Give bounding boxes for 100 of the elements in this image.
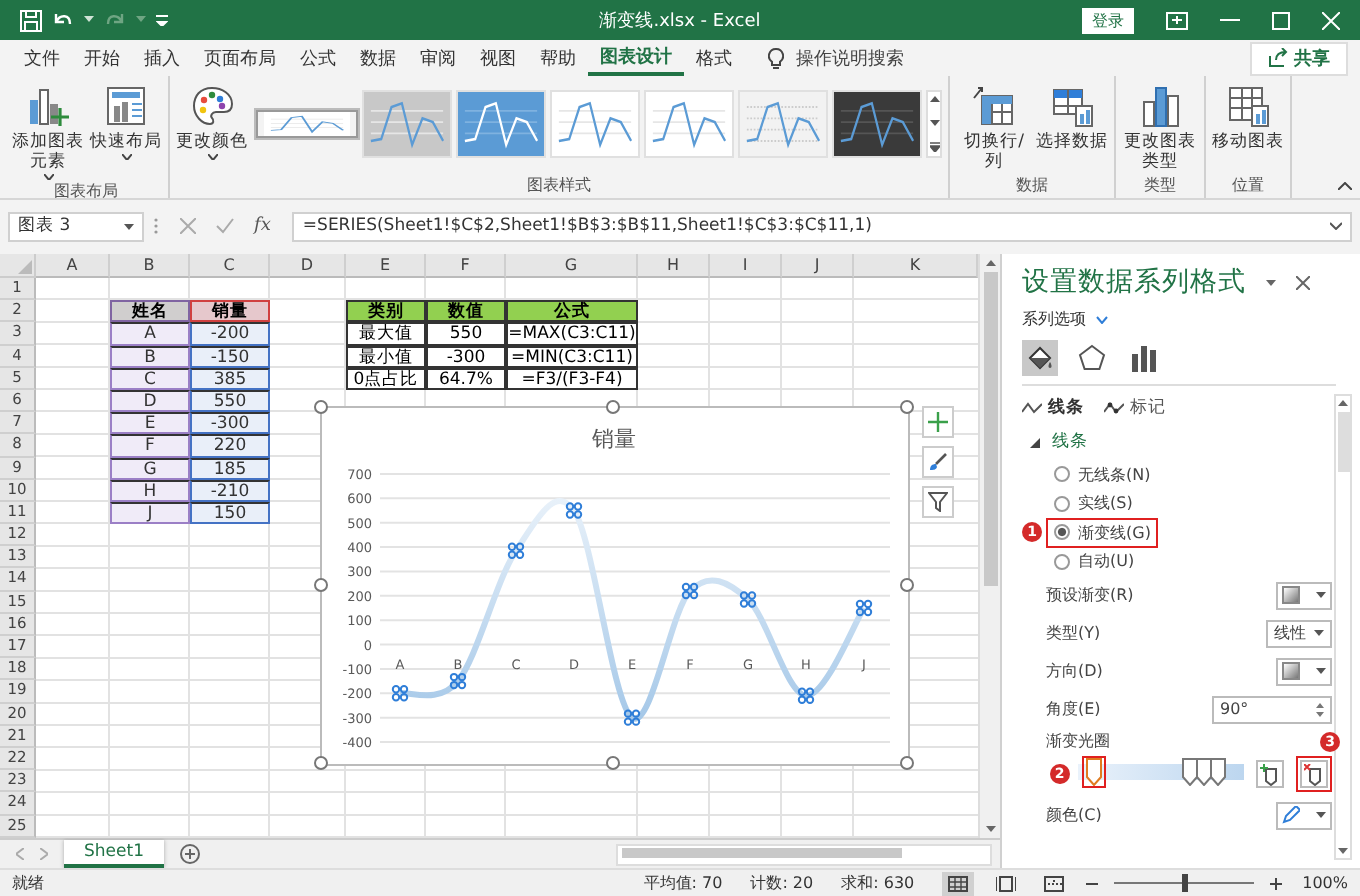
ribbon-tab[interactable]: 视图 (468, 40, 528, 76)
table-cell[interactable]: 385 (190, 367, 270, 390)
horizontal-scrollbar[interactable] (615, 843, 992, 865)
table-cell[interactable]: -210 (190, 479, 270, 502)
sheet-tab[interactable]: Sheet1 (64, 840, 164, 868)
scrollbar-thumb[interactable] (1337, 412, 1349, 472)
ribbon-button[interactable]: 选择数据 (1036, 80, 1108, 152)
ribbon-button[interactable]: 切换行/列 (956, 80, 1032, 172)
scrollbar-thumb[interactable] (983, 272, 997, 586)
pane-category-tab[interactable] (1022, 340, 1058, 376)
data-point-marker[interactable] (855, 599, 873, 617)
scrollbar-thumb[interactable] (621, 847, 902, 857)
ribbon-button[interactable]: 快速布局 (90, 80, 162, 160)
gallery-scroll[interactable] (926, 90, 942, 158)
table-cell[interactable]: E (110, 412, 190, 435)
gradient-dropdown[interactable] (1276, 657, 1332, 685)
view-button[interactable] (942, 871, 975, 895)
chart-elements-button[interactable] (922, 406, 954, 438)
table-cell[interactable]: 550 (426, 322, 506, 346)
save-icon[interactable] (20, 9, 42, 31)
lightbulb-icon[interactable] (768, 47, 784, 69)
table-cell[interactable]: 姓名 (110, 300, 190, 323)
drag-handle-icon[interactable] (154, 218, 158, 234)
close-icon[interactable] (1296, 275, 1310, 289)
ribbon-display-icon[interactable] (1166, 11, 1188, 29)
scroll-down-icon[interactable] (1338, 848, 1348, 854)
table-cell[interactable]: 550 (190, 389, 270, 413)
minimize-icon[interactable] (1220, 18, 1240, 22)
column-header[interactable]: D (270, 254, 346, 278)
ribbon-tab[interactable]: 文件 (12, 40, 72, 76)
column-header[interactable]: F (426, 254, 506, 278)
table-cell[interactable]: 0点占比 (346, 367, 426, 390)
table-cell[interactable]: -300 (190, 412, 270, 435)
resize-handle[interactable] (899, 577, 913, 591)
series-options-dropdown[interactable]: 系列选项 (1022, 308, 1086, 330)
pane-tab[interactable]: 标记 (1104, 396, 1166, 420)
scroll-down-icon[interactable] (929, 119, 939, 125)
ribbon-tab[interactable]: 审阅 (408, 40, 468, 76)
customize-icon[interactable] (156, 14, 168, 26)
column-header[interactable]: H (638, 254, 710, 278)
gallery-more-icon[interactable] (929, 142, 939, 152)
ribbon-tab[interactable]: 开始 (72, 40, 132, 76)
add-stop-button[interactable] (1256, 760, 1284, 788)
insert-function-button[interactable]: fx (254, 216, 271, 236)
table-cell[interactable]: 销量 (190, 300, 270, 323)
radio-label[interactable]: 无线条(N) (1078, 463, 1151, 486)
radio-button[interactable] (1054, 524, 1070, 541)
table-cell[interactable]: J (110, 501, 190, 525)
table-cell[interactable]: -300 (426, 345, 506, 368)
collapse-ribbon-icon[interactable] (1338, 182, 1352, 190)
share-button[interactable]: 共享 (1250, 41, 1348, 75)
table-cell[interactable]: C (110, 367, 190, 390)
column-header[interactable]: B (110, 254, 190, 278)
resize-handle[interactable] (899, 755, 913, 769)
column-header[interactable]: E (346, 254, 426, 278)
expand-triangle-icon[interactable] (1030, 437, 1040, 447)
scroll-up-icon[interactable] (1338, 400, 1348, 406)
data-point-marker[interactable] (797, 687, 815, 704)
table-cell[interactable]: B (110, 345, 190, 368)
type-dropdown[interactable]: 线性 (1266, 619, 1332, 647)
resize-handle[interactable] (313, 755, 327, 769)
pane-category-tab[interactable] (1074, 340, 1110, 376)
data-point-marker[interactable] (449, 672, 467, 690)
radio-button[interactable] (1054, 495, 1070, 512)
resize-handle[interactable] (606, 755, 620, 769)
ribbon-tab[interactable]: 帮助 (528, 40, 588, 76)
maximize-icon[interactable] (1272, 11, 1290, 29)
scroll-up-icon[interactable] (985, 260, 995, 266)
chart-styles-button[interactable] (922, 446, 954, 478)
pane-category-tab[interactable] (1126, 340, 1162, 376)
resize-handle[interactable] (899, 399, 913, 413)
table-cell[interactable]: 220 (190, 434, 270, 457)
data-point-marker[interactable] (739, 591, 757, 608)
table-cell[interactable]: D (110, 389, 190, 413)
caret-icon[interactable] (1266, 279, 1276, 285)
angle-input[interactable]: 90° (1212, 695, 1332, 723)
column-header[interactable]: C (190, 254, 270, 278)
ribbon-button[interactable]: 更改图表类型 (1122, 80, 1198, 172)
data-point-marker[interactable] (623, 709, 641, 726)
color-dropdown[interactable] (1276, 801, 1332, 829)
radio-label[interactable]: 实线(S) (1078, 492, 1133, 515)
gradient-stop-handle[interactable] (1182, 758, 1199, 786)
ribbon-tab[interactable]: 数据 (348, 40, 408, 76)
name-box[interactable]: 图表 3 (8, 211, 144, 241)
table-cell[interactable]: A (110, 322, 190, 346)
gradient-stop-handle[interactable] (1195, 758, 1212, 786)
scroll-down-icon[interactable] (985, 826, 995, 832)
table-cell[interactable]: 类别 (346, 300, 426, 323)
table-cell[interactable]: G (110, 457, 190, 480)
scroll-up-icon[interactable] (929, 96, 939, 102)
radio-label[interactable]: 渐变线(G) (1078, 521, 1151, 544)
ribbon-button[interactable]: 更改颜色 (176, 80, 248, 160)
data-point-marker[interactable] (681, 582, 699, 600)
ribbon-tab[interactable]: 插入 (132, 40, 192, 76)
chevron-down-icon[interactable] (1096, 315, 1108, 323)
table-cell[interactable]: =F3/(F3-F4) (506, 367, 638, 390)
resize-handle[interactable] (313, 577, 327, 591)
table-cell[interactable]: 150 (190, 501, 270, 525)
column-header[interactable]: I (710, 254, 782, 278)
zoom-level[interactable]: 100% (1302, 874, 1348, 892)
